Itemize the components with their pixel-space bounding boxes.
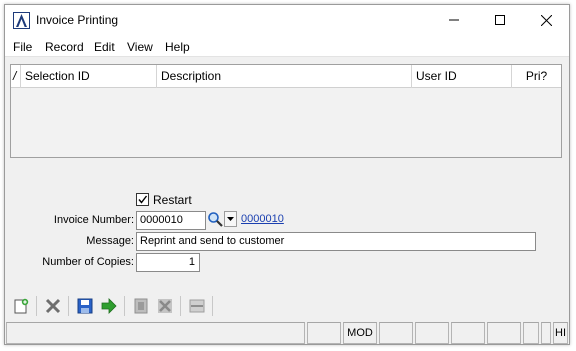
menu-bar: File Record Edit View Help	[5, 35, 569, 57]
cancel-disabled-icon	[158, 299, 172, 313]
invoice-printing-window: Invoice Printing File Record Edit View H…	[4, 4, 570, 345]
invoice-number-input[interactable]: 0000010	[136, 211, 206, 230]
save-button[interactable]	[75, 296, 95, 316]
status-cell	[523, 322, 539, 344]
invoice-number-link[interactable]: 0000010	[241, 213, 284, 225]
status-cell	[307, 322, 341, 344]
status-cell-mod: MOD	[343, 322, 377, 344]
toolbar-separator	[124, 296, 125, 316]
minus-button[interactable]	[187, 296, 207, 316]
maximize-icon	[495, 15, 505, 25]
copies-label: Number of Copies:	[42, 256, 134, 268]
green-arrow-icon	[101, 298, 117, 314]
menu-edit[interactable]: Edit	[94, 40, 115, 54]
minus-disabled-icon	[189, 299, 205, 313]
column-description[interactable]: Description	[157, 65, 412, 88]
menu-help[interactable]: Help	[165, 40, 190, 54]
toolbar-separator	[212, 296, 213, 316]
app-logo-icon	[13, 12, 30, 29]
grid-header: / Selection ID Description User ID Pri?	[11, 65, 561, 88]
toolbar-separator	[180, 296, 181, 316]
magnifier-icon	[208, 212, 223, 227]
process-button[interactable]	[99, 296, 119, 316]
close-button[interactable]	[523, 5, 569, 35]
toolbar-separator	[68, 296, 69, 316]
status-cell	[541, 322, 551, 344]
column-user-id[interactable]: User ID	[412, 65, 512, 88]
toolbar	[5, 293, 569, 319]
status-bar: MOD HI	[5, 322, 569, 344]
lookup-dropdown-button[interactable]	[224, 211, 237, 227]
checkmark-icon	[138, 195, 148, 204]
status-cell-message	[6, 322, 305, 344]
menu-record[interactable]: Record	[45, 40, 84, 54]
invoice-number-label: Invoice Number:	[53, 214, 134, 226]
status-cell-hi: HI	[553, 322, 568, 344]
column-pri[interactable]: Pri?	[512, 65, 561, 88]
close-icon	[540, 14, 552, 26]
copies-input[interactable]: 1	[136, 253, 200, 272]
status-cell	[415, 322, 449, 344]
grid-corner-mark: /	[11, 65, 21, 88]
menu-file[interactable]: File	[13, 40, 32, 54]
message-input[interactable]: Reprint and send to customer	[136, 232, 536, 251]
document-disabled-icon	[134, 298, 148, 314]
column-selection-id[interactable]: Selection ID	[21, 65, 157, 88]
message-label: Message:	[86, 235, 134, 247]
chevron-down-icon	[227, 217, 234, 221]
status-cell	[379, 322, 413, 344]
title-bar: Invoice Printing	[5, 5, 569, 35]
maximize-button[interactable]	[477, 5, 523, 35]
status-cell	[487, 322, 521, 344]
new-record-button[interactable]	[11, 296, 31, 316]
delete-x-icon	[45, 298, 61, 314]
print-button[interactable]	[131, 296, 151, 316]
minimize-button[interactable]	[431, 5, 477, 35]
restart-label: Restart	[153, 193, 192, 207]
floppy-disk-icon	[77, 298, 93, 314]
status-cell	[451, 322, 485, 344]
restart-checkbox[interactable]	[136, 193, 149, 206]
menu-view[interactable]: View	[127, 40, 153, 54]
minimize-icon	[449, 19, 459, 21]
delete-button[interactable]	[43, 296, 63, 316]
window-title: Invoice Printing	[36, 13, 119, 27]
selection-grid[interactable]: / Selection ID Description User ID Pri?	[10, 64, 562, 158]
cancel-button[interactable]	[155, 296, 175, 316]
lookup-button[interactable]	[207, 211, 223, 227]
new-document-icon	[14, 298, 29, 314]
toolbar-separator	[36, 296, 37, 316]
